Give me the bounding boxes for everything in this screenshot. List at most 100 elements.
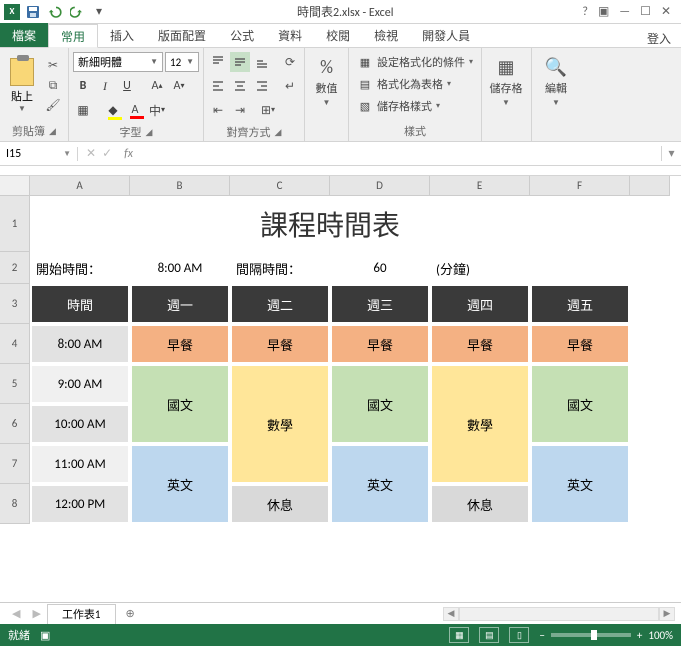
font-color-button[interactable]: A [125, 100, 145, 120]
row-header[interactable]: 6 [0, 404, 30, 444]
ribbon: 貼上 ▼ ✂ ⧉ 🖌 剪貼簿◢ 新細明體▼ 12▼ B I U A▴ A [0, 48, 681, 142]
time-cell: 11:00 AM [30, 444, 130, 484]
sheet-nav-next-icon[interactable]: ▶ [26, 607, 46, 620]
merge-button[interactable]: ⊞▾ [258, 100, 278, 120]
row-header[interactable]: 2 [0, 252, 30, 284]
grow-font-button[interactable]: A▴ [147, 76, 167, 96]
underline-button[interactable]: U [117, 76, 137, 96]
qat-customize-icon[interactable]: ▾ [90, 3, 108, 21]
dialog-launcher-icon[interactable]: ◢ [275, 127, 282, 138]
minimize-icon[interactable]: — [619, 5, 630, 19]
status-ready: 就緒 [8, 627, 30, 643]
row-header[interactable]: 1 [0, 196, 30, 252]
fx-icon[interactable]: fx [120, 147, 137, 161]
italic-button[interactable]: I [95, 76, 115, 96]
paste-button[interactable]: 貼上 ▼ [4, 50, 40, 121]
maximize-icon[interactable]: ☐ [640, 4, 651, 19]
window-title: 時間表2.xlsx - Excel [108, 3, 582, 20]
view-page-break-icon[interactable]: ▯ [509, 627, 529, 643]
redo-icon[interactable] [68, 3, 86, 21]
add-sheet-icon[interactable]: ⊕ [116, 607, 145, 620]
wrap-text-button[interactable]: ↵ [280, 76, 300, 96]
shrink-font-button[interactable]: A▾ [169, 76, 189, 96]
align-left-button[interactable] [208, 76, 228, 96]
expand-formula-bar-icon[interactable]: ▾ [661, 146, 681, 161]
align-right-button[interactable] [252, 76, 272, 96]
cut-icon[interactable]: ✂ [44, 57, 62, 75]
editing-button[interactable]: 🔍 編輯 ▼ [536, 50, 576, 108]
col-header[interactable] [630, 176, 670, 196]
view-normal-icon[interactable]: ▦ [449, 627, 469, 643]
number-format-button[interactable]: % 數值 ▼ [307, 50, 347, 108]
col-header[interactable]: F [530, 176, 630, 196]
ribbon-options-icon[interactable]: ▣ [598, 4, 609, 19]
undo-icon[interactable] [46, 3, 64, 21]
row-header[interactable]: 3 [0, 284, 30, 324]
font-size-combo[interactable]: 12▼ [165, 52, 199, 72]
select-all-corner[interactable] [0, 176, 30, 196]
copy-icon[interactable]: ⧉ [44, 77, 62, 95]
schedule-cell: 英文 [130, 444, 230, 524]
view-page-layout-icon[interactable]: ▤ [479, 627, 499, 643]
tab-developer[interactable]: 開發人員 [410, 23, 482, 47]
sheet-tab[interactable]: 工作表1 [47, 604, 116, 624]
row-header[interactable]: 5 [0, 364, 30, 404]
schedule-cell: 數學 [430, 364, 530, 484]
tab-home[interactable]: 常用 [48, 24, 98, 48]
start-time-label: 開始時間： [30, 252, 130, 284]
spreadsheet-grid: 1 2 3 4 5 6 7 8 A B C D E F 課程時間表 開始時間： … [0, 176, 681, 576]
name-box[interactable]: I15▼ [0, 147, 78, 161]
tab-layout[interactable]: 版面配置 [146, 23, 218, 47]
increase-indent-button[interactable]: ⇥ [230, 100, 250, 120]
dialog-launcher-icon[interactable]: ◢ [49, 126, 56, 137]
align-middle-button[interactable] [230, 52, 250, 72]
cancel-formula-icon[interactable]: ✕ [86, 146, 96, 161]
help-icon[interactable]: ? [582, 5, 588, 19]
align-center-button[interactable] [230, 76, 250, 96]
zoom-slider[interactable] [551, 633, 631, 637]
enter-formula-icon[interactable]: ✓ [102, 146, 112, 161]
tab-formulas[interactable]: 公式 [218, 23, 266, 47]
time-cell: 9:00 AM [30, 364, 130, 404]
align-bottom-button[interactable] [252, 52, 272, 72]
tab-review[interactable]: 校閱 [314, 23, 362, 47]
col-header[interactable]: A [30, 176, 130, 196]
format-painter-icon[interactable]: 🖌 [44, 97, 62, 115]
format-as-table-button[interactable]: ▤格式化為表格▾ [353, 76, 477, 92]
align-top-button[interactable] [208, 52, 228, 72]
conditional-formatting-button[interactable]: ▦設定格式化的條件▾ [353, 54, 477, 70]
zoom-level[interactable]: 100% [648, 629, 673, 642]
row-header[interactable]: 8 [0, 484, 30, 524]
hscroll-right-icon[interactable]: ▶ [659, 607, 675, 621]
schedule-cell: 休息 [430, 484, 530, 524]
zoom-out-icon[interactable]: − [539, 629, 544, 642]
col-header[interactable]: D [330, 176, 430, 196]
dialog-launcher-icon[interactable]: ◢ [146, 127, 153, 138]
save-icon[interactable] [24, 3, 42, 21]
sheet-nav-prev-icon[interactable]: ◀ [6, 607, 26, 620]
signin-button[interactable]: 登入 [637, 30, 681, 47]
row-header[interactable]: 4 [0, 324, 30, 364]
cells-button[interactable]: ▦ 儲存格 ▼ [486, 50, 526, 108]
hscroll-left-icon[interactable]: ◀ [443, 607, 459, 621]
tab-data[interactable]: 資料 [266, 23, 314, 47]
tab-insert[interactable]: 插入 [98, 23, 146, 47]
orientation-button[interactable]: ⟳ [280, 52, 300, 72]
fill-color-button[interactable]: ◆ [103, 100, 123, 120]
col-header[interactable]: B [130, 176, 230, 196]
font-name-combo[interactable]: 新細明體▼ [73, 52, 163, 72]
bold-button[interactable]: B [73, 76, 93, 96]
tab-view[interactable]: 檢視 [362, 23, 410, 47]
borders-button[interactable]: ▦ [73, 100, 93, 120]
file-tab[interactable]: 檔案 [0, 23, 48, 47]
cell-styles-button[interactable]: ▧儲存格樣式▾ [353, 98, 477, 114]
col-header[interactable]: C [230, 176, 330, 196]
decrease-indent-button[interactable]: ⇤ [208, 100, 228, 120]
row-header[interactable]: 7 [0, 444, 30, 484]
close-icon[interactable]: ✕ [661, 4, 671, 19]
macro-record-icon[interactable]: ▣ [40, 629, 50, 642]
col-header[interactable]: E [430, 176, 530, 196]
hscroll-track[interactable] [459, 607, 659, 621]
phonetic-button[interactable]: 中▾ [147, 100, 167, 120]
zoom-in-icon[interactable]: + [637, 629, 642, 642]
